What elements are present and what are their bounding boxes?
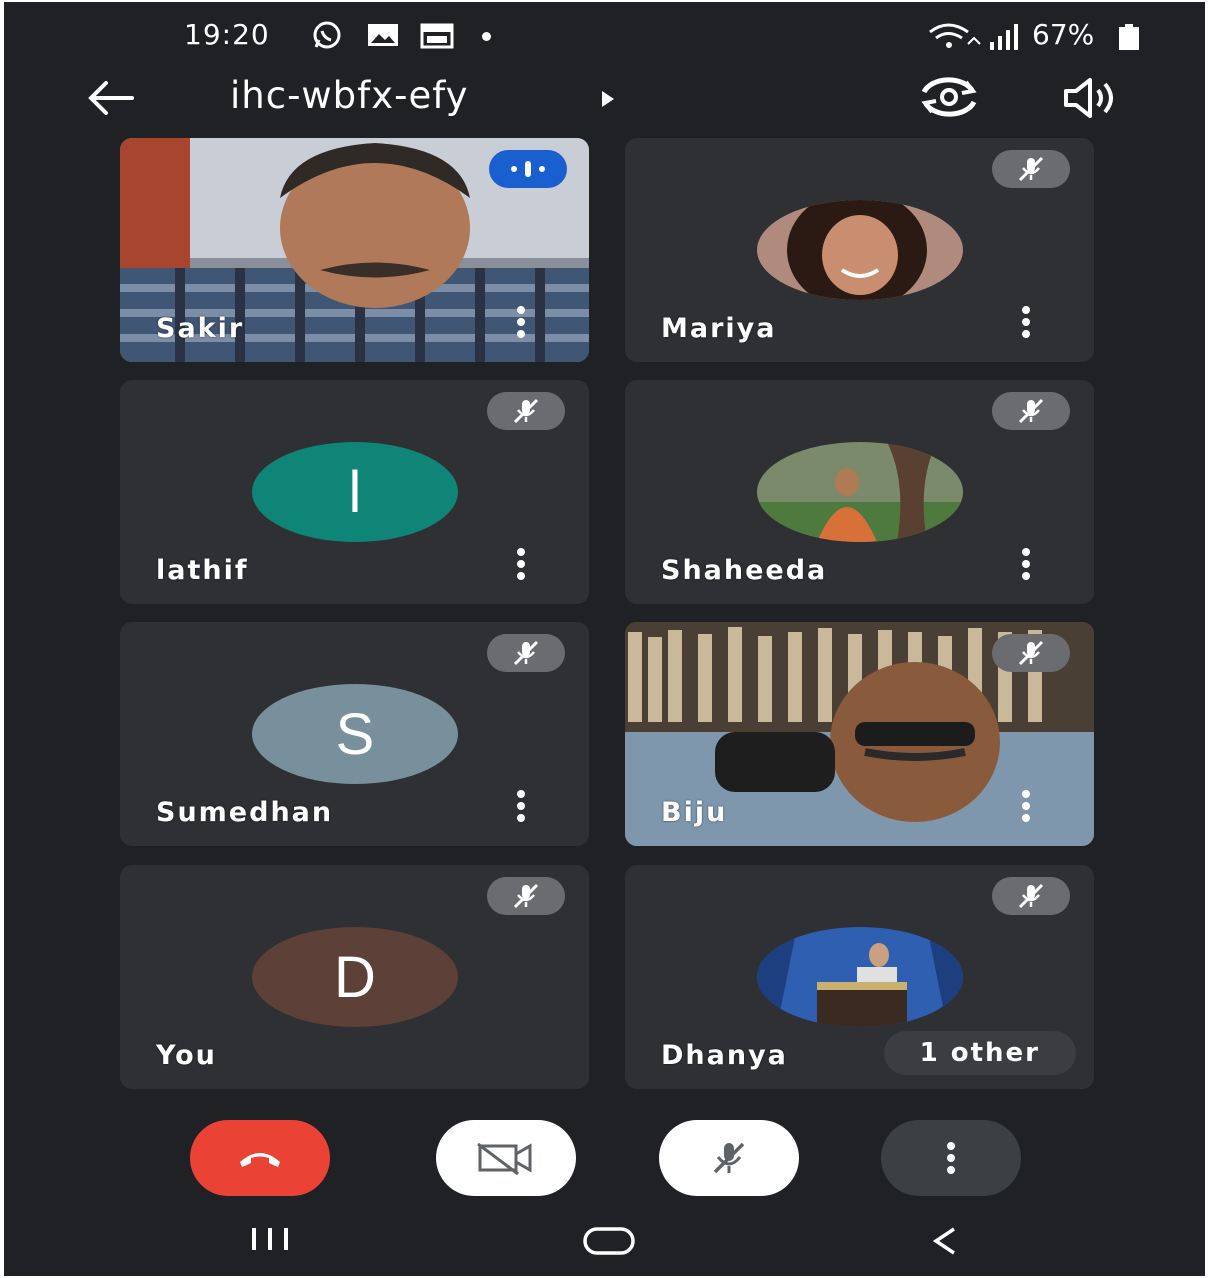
system-nav-bar xyxy=(4,1210,1205,1276)
more-vert-icon[interactable] xyxy=(1018,546,1034,582)
switch-camera-icon[interactable] xyxy=(916,74,982,120)
participant-name: You xyxy=(156,1040,217,1071)
wifi-signal-icon xyxy=(929,23,1018,50)
participant-photo xyxy=(757,927,963,1027)
participant-name: Biju xyxy=(661,797,728,828)
participant-tile-shaheeda[interactable]: Shaheeda xyxy=(625,380,1094,604)
mic-off-icon xyxy=(713,1142,745,1174)
end-call-button[interactable] xyxy=(190,1120,330,1196)
more-vert-icon xyxy=(947,1142,955,1174)
whatsapp-icon xyxy=(313,21,341,49)
muted-indicator xyxy=(992,877,1070,915)
mic-off-icon xyxy=(513,398,539,424)
participant-tile-mariya[interactable]: Mariya xyxy=(625,138,1094,362)
videocam-off-icon xyxy=(477,1142,532,1176)
more-options-button[interactable] xyxy=(881,1120,1021,1196)
muted-indicator xyxy=(992,634,1070,672)
participant-name: Dhanya xyxy=(661,1040,788,1071)
app-bar: ihc-wbfx-efy xyxy=(4,72,1205,132)
hang-up-icon xyxy=(240,1153,280,1167)
more-vert-icon[interactable] xyxy=(1018,788,1034,824)
participant-photo xyxy=(757,442,963,542)
participant-tile-lathif[interactable]: l lathif xyxy=(120,380,589,604)
audio-level-icon xyxy=(511,161,545,177)
mic-off-icon xyxy=(513,883,539,909)
calendar-icon xyxy=(420,23,454,49)
participant-avatar: S xyxy=(252,684,458,784)
more-vert-icon[interactable] xyxy=(513,788,529,824)
battery-icon xyxy=(1119,24,1139,50)
muted-indicator xyxy=(487,634,565,672)
speaker-icon[interactable] xyxy=(1060,76,1120,120)
back-arrow-icon[interactable] xyxy=(84,76,136,120)
participant-avatar: l xyxy=(252,442,458,542)
back-nav-icon[interactable] xyxy=(930,1226,960,1256)
muted-indicator xyxy=(487,877,565,915)
mic-off-icon xyxy=(1018,398,1044,424)
participant-name: lathif xyxy=(156,555,249,586)
participant-name: Shaheeda xyxy=(661,555,828,586)
more-vert-icon[interactable] xyxy=(513,546,529,582)
mic-toggle-button[interactable] xyxy=(659,1120,799,1196)
mic-off-icon xyxy=(1018,640,1044,666)
muted-indicator xyxy=(487,392,565,430)
camera-toggle-button[interactable] xyxy=(436,1120,576,1196)
participant-tile-biju[interactable]: Biju xyxy=(625,622,1094,846)
participant-tile-sakir[interactable]: Sakir xyxy=(120,138,589,362)
home-icon[interactable] xyxy=(582,1226,636,1256)
call-controls xyxy=(4,1120,1205,1200)
mic-off-icon xyxy=(1018,883,1044,909)
notification-dot xyxy=(482,32,491,41)
participant-tile-dhanya[interactable]: Dhanya 1 other xyxy=(625,865,1094,1089)
recents-icon[interactable] xyxy=(248,1226,294,1252)
meet-screen: 19:20 67% ihc-wbfx-efy Sakir Mariya l la… xyxy=(4,2,1205,1276)
more-vert-icon[interactable] xyxy=(1018,304,1034,340)
participant-name: Mariya xyxy=(661,313,777,344)
status-time: 19:20 xyxy=(184,18,270,51)
muted-indicator xyxy=(992,392,1070,430)
mic-off-icon xyxy=(1018,156,1044,182)
muted-indicator xyxy=(992,150,1070,188)
more-vert-icon[interactable] xyxy=(513,304,529,340)
participant-tile-you[interactable]: D You xyxy=(120,865,589,1089)
gallery-icon xyxy=(368,24,398,46)
others-chip[interactable]: 1 other xyxy=(883,1031,1076,1075)
caret-right-icon[interactable] xyxy=(601,90,615,108)
participant-photo xyxy=(757,200,963,300)
participant-name: Sumedhan xyxy=(156,797,334,828)
battery-level: 67% xyxy=(1032,18,1095,51)
participant-name: Sakir xyxy=(156,313,245,344)
speaking-indicator xyxy=(489,150,567,188)
participant-tile-sumedhan[interactable]: S Sumedhan xyxy=(120,622,589,846)
status-bar: 19:20 67% xyxy=(4,2,1205,72)
meeting-code[interactable]: ihc-wbfx-efy xyxy=(230,74,468,117)
participant-avatar: D xyxy=(252,927,458,1027)
mic-off-icon xyxy=(513,640,539,666)
